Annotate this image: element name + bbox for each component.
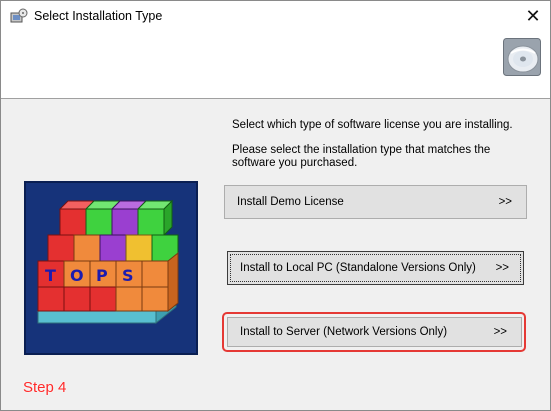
- logo-letter-p: P: [96, 266, 108, 285]
- install-server-arrow: >>: [493, 326, 507, 338]
- install-local-pc-label: Install to Local PC (Standalone Versions…: [240, 262, 476, 274]
- logo-letter-s: S: [122, 266, 134, 285]
- tops-logo: T O P S: [24, 181, 198, 355]
- license-type-prompt: Select which type of software license yo…: [232, 119, 513, 131]
- install-local-pc-button[interactable]: Install to Local PC (Standalone Versions…: [227, 251, 524, 285]
- tops-pallet-graphic: T O P S: [36, 199, 179, 325]
- window-title: Select Installation Type: [34, 9, 163, 23]
- cd-disc-icon: [503, 38, 541, 76]
- logo-letter-t: T: [45, 266, 56, 285]
- installation-type-instruction: Please select the installation type that…: [232, 144, 491, 169]
- install-server-label: Install to Server (Network Versions Only…: [240, 326, 448, 338]
- install-demo-license-label: Install Demo License: [237, 196, 344, 208]
- install-demo-license-button[interactable]: Install Demo License >>: [224, 185, 527, 219]
- install-local-pc-arrow: >>: [495, 262, 509, 274]
- install-server-button[interactable]: Install to Server (Network Versions Only…: [227, 317, 522, 347]
- install-demo-license-arrow: >>: [498, 196, 512, 208]
- step-label: Step 4: [23, 379, 67, 396]
- install-dialog: Select Installation Type ✕ Select which …: [0, 0, 551, 411]
- close-button[interactable]: ✕: [522, 5, 544, 27]
- logo-letter-o: O: [70, 266, 84, 285]
- title-bar: Select Installation Type ✕: [1, 1, 550, 31]
- setup-app-icon: [10, 8, 28, 23]
- content-area: Select which type of software license yo…: [1, 99, 550, 410]
- header-banner: [1, 31, 550, 99]
